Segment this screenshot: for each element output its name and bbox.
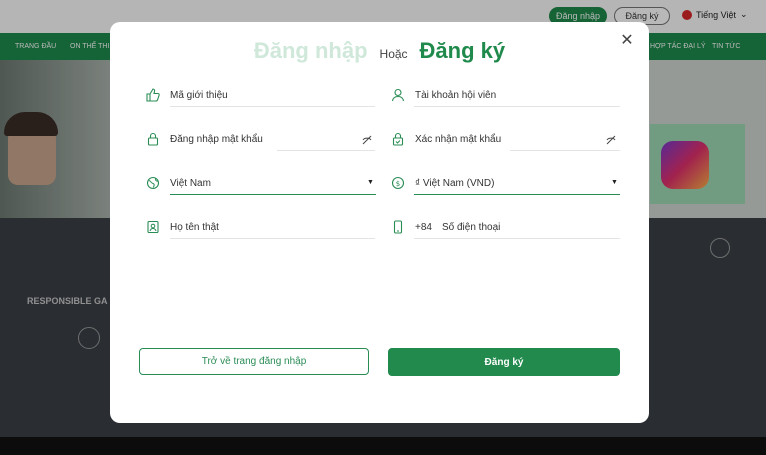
lock-icon [146,132,160,146]
back-to-login-button[interactable]: Trở về trang đăng nhập [139,348,369,375]
lock-check-icon [391,132,405,146]
country-underline [170,194,376,195]
caret-down-icon[interactable]: ▼ [367,179,374,186]
tab-register[interactable]: Đăng ký [420,38,506,64]
password-field[interactable]: Đăng nhập mật khẩu [146,129,263,149]
eye-off-icon[interactable] [362,135,372,145]
user-icon [391,88,405,102]
id-card-icon [146,220,160,234]
tab-login[interactable]: Đăng nhập [254,38,368,64]
username-field[interactable]: Tài khoản hội viên [391,85,496,105]
phone-field[interactable]: +84 Số điện thoại [391,217,500,237]
real-name-placeholder: Họ tên thật [170,221,219,233]
password-underline [277,150,375,151]
country-select[interactable]: Việt Nam [146,173,211,193]
register-button[interactable]: Đăng ký [388,348,620,376]
thumbs-up-icon [146,88,160,102]
country-value: Việt Nam [170,177,211,189]
currency-select[interactable]: $ ₫ Việt Nam (VND) [391,173,494,193]
register-modal: ✕ Đăng nhập Hoặc Đăng ký Mã giới thiệu T… [110,22,649,423]
confirm-password-field[interactable]: Xác nhận mật khẩu [391,129,501,149]
referral-placeholder: Mã giới thiệu [170,89,228,101]
phone-underline [414,238,620,239]
phone-prefix: +84 [415,221,432,233]
currency-icon: $ [391,176,405,190]
eye-off-icon[interactable] [606,135,616,145]
password-placeholder: Đăng nhập mật khẩu [170,133,263,145]
confirm-password-placeholder: Xác nhận mật khẩu [415,133,502,145]
tab-separator: Hoặc [379,47,408,61]
currency-underline [414,194,620,195]
username-underline [414,106,620,107]
phone-icon [391,220,405,234]
caret-down-icon[interactable]: ▼ [611,179,618,186]
real-name-underline [170,238,375,239]
real-name-field[interactable]: Họ tên thật [146,217,219,237]
svg-text:$: $ [396,180,400,188]
referral-underline [170,106,375,107]
confirm-password-underline [510,150,620,151]
auth-tabs: Đăng nhập Hoặc Đăng ký [110,38,649,64]
globe-icon [146,176,160,190]
phone-placeholder: Số điện thoại [441,221,501,233]
referral-field[interactable]: Mã giới thiệu [146,85,228,105]
username-placeholder: Tài khoản hội viên [415,89,497,101]
currency-value: ₫ Việt Nam (VND) [415,177,495,189]
